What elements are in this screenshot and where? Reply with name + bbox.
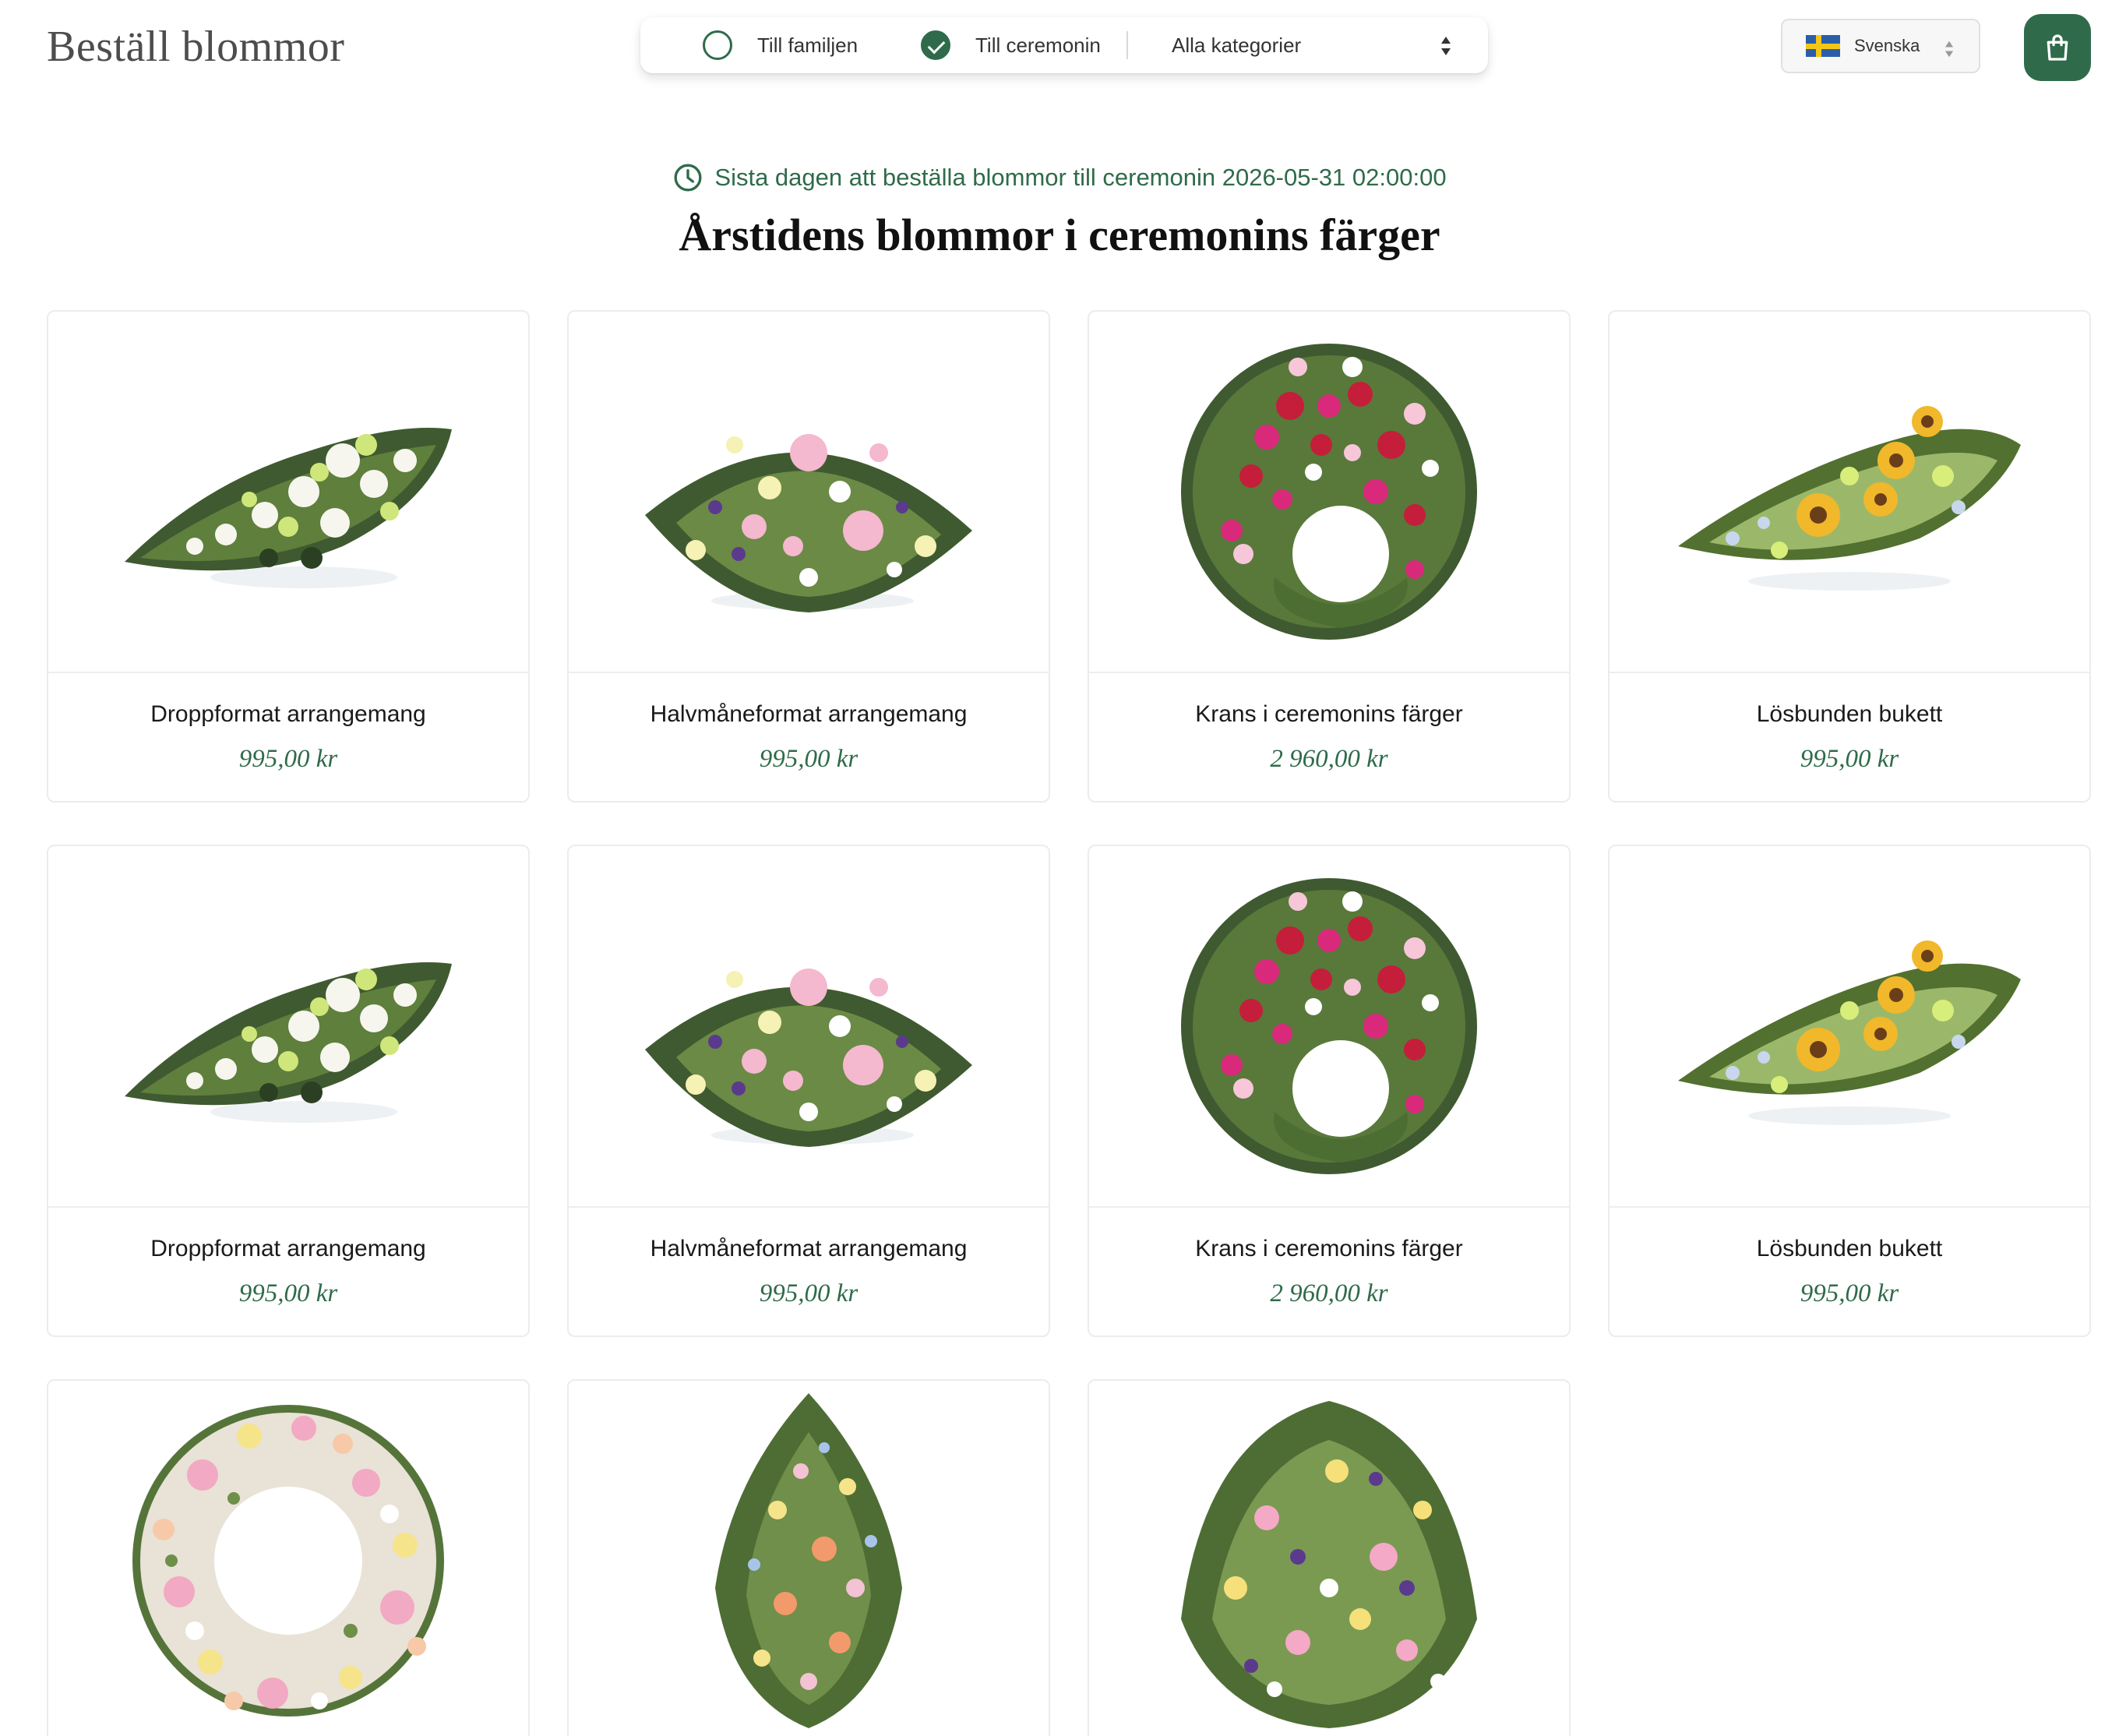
drop-arrangement-illustration [125, 428, 452, 588]
crescent-arrangement-illustration [645, 434, 972, 612]
section-title: Årstidens blommor i ceremonins färger [679, 210, 1440, 260]
product-image[interactable] [569, 312, 1049, 673]
option-label: Till familjen [757, 33, 859, 57]
crescent-arrangement-illustration [645, 969, 972, 1147]
sweden-flag-icon [1806, 35, 1840, 57]
category-select-value: Alla kategorier [1172, 33, 1302, 57]
radio-checked-icon[interactable] [921, 30, 950, 60]
meadow-arrangement-tulips-illustration [1181, 1401, 1477, 1728]
loose-bouquet-sunflowers-illustration [1678, 940, 2021, 1125]
product-price: 995,00 kr [759, 745, 859, 773]
product-name[interactable]: Krans i ceremonins färger [1089, 1236, 1569, 1262]
drop-arrangement-illustration [125, 962, 452, 1123]
product-card[interactable]: Lösbunden bukett 995,00 kr [1608, 845, 2091, 1337]
language-select[interactable]: Svenska [1781, 19, 1980, 73]
product-card[interactable]: Krans i ceremonins färger 2 960,00 kr [1088, 845, 1571, 1337]
product-image[interactable] [1610, 846, 2089, 1208]
product-name[interactable]: Halvmåneformat arrangemang [569, 701, 1049, 728]
tall-standing-spray-illustration [715, 1393, 902, 1728]
radio-unchecked-icon[interactable] [703, 30, 732, 60]
product-card[interactable]: Lösbunden bukett 995,00 kr [1608, 310, 2091, 803]
site-title[interactable]: Beställ blommor [47, 22, 344, 72]
product-name[interactable]: Krans i ceremonins färger [1089, 701, 1569, 728]
product-card[interactable]: Droppformat arrangemang 995,00 kr [47, 845, 530, 1337]
select-stepper-icon [1944, 39, 1955, 59]
recipient-filter-bar: Till familjen Till ceremonin Alla katego… [640, 17, 1488, 73]
product-image[interactable] [48, 846, 528, 1208]
product-image[interactable] [1610, 312, 2089, 673]
shopping-bag-icon [2047, 34, 2068, 61]
product-image[interactable] [48, 1381, 528, 1736]
loose-bouquet-sunflowers-illustration [1678, 406, 2021, 591]
product-grid: Droppformat arrangemang 995,00 kr Halvmå… [47, 310, 2091, 1736]
wreath-pastel-roses-illustration [132, 1405, 444, 1717]
product-price: 2 960,00 kr [1270, 745, 1388, 773]
cart-button[interactable] [2024, 14, 2091, 81]
category-select[interactable]: Alla kategorier [1172, 17, 1452, 73]
order-deadline: Sista dagen att beställa blommor till ce… [0, 162, 2119, 193]
product-price: 995,00 kr [1800, 1279, 1899, 1307]
product-price: 2 960,00 kr [1270, 1279, 1388, 1307]
product-image[interactable] [1089, 1381, 1569, 1736]
product-card[interactable] [47, 1379, 530, 1736]
divider [1126, 31, 1128, 59]
product-name[interactable]: Lösbunden bukett [1610, 1236, 2089, 1262]
product-price: 995,00 kr [238, 1279, 338, 1307]
product-name[interactable]: Droppformat arrangemang [48, 701, 528, 728]
select-stepper-icon [1440, 34, 1452, 58]
product-name[interactable]: Droppformat arrangemang [48, 1236, 528, 1262]
product-image[interactable] [1089, 846, 1569, 1208]
product-card[interactable]: Halvmåneformat arrangemang 995,00 kr [567, 845, 1050, 1337]
product-image[interactable] [1089, 312, 1569, 673]
product-price: 995,00 kr [238, 745, 338, 773]
product-price: 995,00 kr [1800, 745, 1899, 773]
product-image[interactable] [569, 1381, 1049, 1736]
product-name[interactable]: Halvmåneformat arrangemang [569, 1236, 1049, 1262]
product-card[interactable]: Halvmåneformat arrangemang 995,00 kr [567, 310, 1050, 803]
product-price: 995,00 kr [759, 1279, 859, 1307]
product-card[interactable] [1088, 1379, 1571, 1736]
product-card[interactable]: Krans i ceremonins färger 2 960,00 kr [1088, 310, 1571, 803]
product-card[interactable] [567, 1379, 1050, 1736]
product-card[interactable]: Droppformat arrangemang 995,00 kr [47, 310, 530, 803]
option-label: Till ceremonin [975, 33, 1101, 57]
product-image[interactable] [48, 312, 528, 673]
product-image[interactable] [569, 846, 1049, 1208]
language-select-value: Svenska [1854, 36, 1920, 55]
clock-icon [674, 164, 702, 192]
wreath-red-pink-illustration [1181, 344, 1477, 640]
deadline-text: Sista dagen att beställa blommor till ce… [714, 164, 1447, 191]
option-till-familjen[interactable]: Till familjen [703, 17, 858, 73]
wreath-red-pink-illustration [1181, 878, 1477, 1174]
option-till-ceremonin[interactable]: Till ceremonin [921, 17, 1101, 73]
product-name[interactable]: Lösbunden bukett [1610, 701, 2089, 728]
